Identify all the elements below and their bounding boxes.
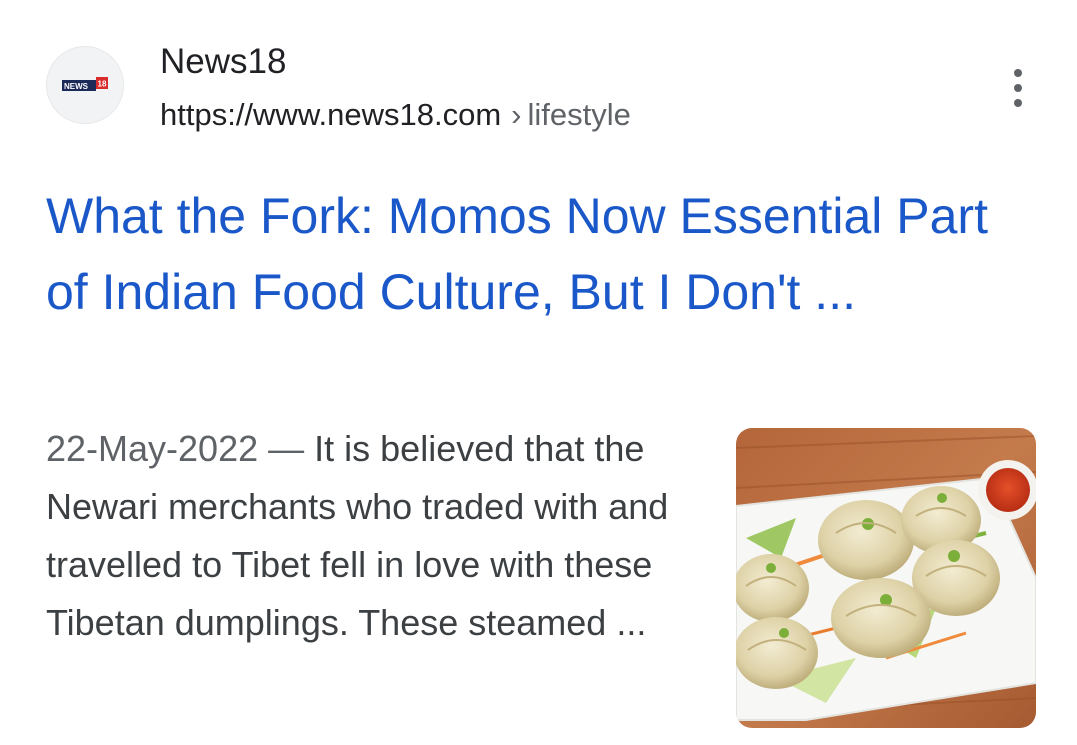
svg-text:NEWS: NEWS: [64, 82, 89, 91]
search-result-card: NEWS 18 News18 https://www.news18.com › li…: [0, 0, 1077, 745]
source-favicon[interactable]: NEWS 18: [46, 46, 124, 124]
more-vert-icon-dot: [1014, 84, 1022, 92]
result-snippet: 22-May-2022 — It is believed that the Ne…: [46, 420, 696, 652]
source-url[interactable]: https://www.news18.com › lifestyle: [160, 95, 631, 135]
url-domain: https://www.news18.com: [160, 97, 502, 132]
source-name[interactable]: News18: [160, 40, 286, 84]
result-thumbnail[interactable]: [736, 428, 1036, 728]
more-vert-icon-dot: [1014, 99, 1022, 107]
snippet-date: 22-May-2022: [46, 428, 259, 469]
news18-logo-icon: NEWS 18: [62, 77, 108, 91]
url-path: lifestyle: [527, 97, 631, 132]
result-title-link[interactable]: What the Fork: Momos Now Essential Part …: [46, 178, 1026, 330]
more-vert-icon: [1014, 69, 1022, 77]
snippet-dash: —: [268, 428, 305, 469]
svg-text:18: 18: [98, 80, 107, 89]
more-options-button[interactable]: [998, 64, 1038, 112]
momos-plate-image: [736, 428, 1036, 728]
url-separator: ›: [511, 97, 522, 132]
